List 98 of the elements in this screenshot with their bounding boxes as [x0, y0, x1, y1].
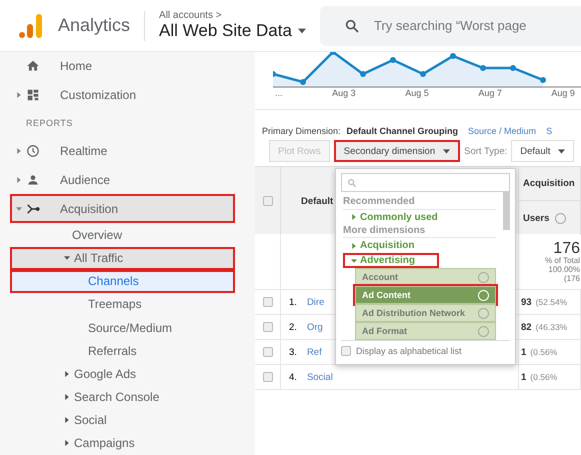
column-group-header: Acquisition [523, 178, 575, 189]
dimension-option[interactable]: Ad Content [355, 286, 496, 304]
sidebar-item[interactable]: Treemaps [10, 292, 235, 316]
caret-icon [64, 255, 70, 262]
sidebar-item[interactable]: Acquisition [10, 194, 235, 224]
breadcrumb: All accounts > [159, 10, 223, 21]
section-heading: REPORTS [25, 117, 74, 130]
search-icon [347, 178, 357, 188]
row-number: 1. [289, 296, 297, 308]
group-title: More dimensions [343, 224, 496, 238]
caret-icon [351, 214, 357, 220]
sidebar-item[interactable]: Social [10, 408, 235, 432]
dimension-category[interactable]: Advertising [343, 253, 439, 268]
property-selector[interactable]: All Web Site Data [159, 21, 306, 41]
axis-label: Aug 9 [551, 88, 575, 98]
users-share: (0.56% [530, 372, 558, 382]
alphabetical-checkbox[interactable]: Display as alphabetical list [341, 340, 510, 360]
users-share: (0.56% [530, 347, 558, 357]
dimension-label: Primary Dimension: [262, 126, 341, 136]
dashboard-icon [26, 88, 40, 102]
checkbox[interactable] [262, 196, 272, 206]
users-value: 93 [521, 296, 532, 308]
product-name: Analytics [58, 15, 130, 36]
channel-link[interactable]: Social [306, 372, 333, 382]
scrollbar-thumb [503, 192, 510, 230]
channel-link[interactable]: Org [306, 322, 323, 332]
dimension-link[interactable]: Source / Medium [468, 126, 536, 136]
sidebar-item[interactable]: Campaigns [10, 432, 235, 455]
caret-icon [64, 417, 70, 424]
caret-icon [64, 370, 70, 377]
help-icon [478, 308, 489, 318]
total-label: % of Total [545, 257, 580, 266]
dimension-category[interactable]: Commonly used [343, 210, 496, 224]
group-title: Recommended [343, 196, 496, 210]
help-icon [478, 272, 489, 282]
caret-icon [558, 148, 566, 154]
column-header: Default [301, 196, 334, 206]
channel-link[interactable]: Dire [306, 296, 324, 308]
sidebar-item[interactable]: Google Ads [10, 362, 235, 386]
axis-label: ... [275, 88, 283, 98]
column-header: Users [523, 212, 550, 224]
users-value: 1 [521, 372, 526, 382]
caret-icon [16, 148, 22, 154]
dimension-link[interactable]: S [546, 126, 552, 136]
sort-type-label: Sort Type: [464, 146, 508, 156]
dimension-option[interactable]: Ad Format [355, 322, 496, 340]
analytics-logo-icon [18, 12, 44, 38]
row-number: 2. [289, 322, 297, 332]
home-icon [26, 59, 40, 74]
axis-label: Aug 3 [332, 88, 356, 98]
channel-link[interactable]: Ref [306, 346, 322, 358]
menu-search-field[interactable] [341, 173, 510, 192]
sidebar-item[interactable]: Overview [10, 223, 235, 247]
help-icon [478, 326, 489, 336]
row-checkbox[interactable] [262, 347, 272, 357]
sidebar-item[interactable]: Home [10, 52, 235, 81]
row-number: 3. [289, 346, 297, 358]
caret-icon [351, 258, 357, 264]
person-icon [26, 173, 40, 187]
row-checkbox[interactable] [262, 297, 272, 307]
dimension-category[interactable]: Acquisition [343, 238, 496, 253]
sidebar-item[interactable]: Search Console [10, 385, 235, 409]
current-dimension: Default Channel Grouping [346, 126, 458, 136]
axis-label: Aug 5 [405, 88, 429, 98]
caret-icon [16, 206, 22, 212]
users-value: 1 [521, 346, 526, 358]
sidebar-item[interactable]: Audience [10, 166, 235, 194]
users-share: (46.33% [536, 322, 568, 332]
total-value: 176 [553, 240, 580, 257]
dimension-option[interactable]: Ad Distribution Network [355, 304, 496, 322]
dropdown-caret-icon [298, 27, 306, 35]
sidebar-item[interactable]: Referrals [10, 339, 235, 362]
sidebar-item[interactable]: Customization [10, 80, 235, 110]
caret-icon [16, 177, 22, 183]
caret-icon [64, 394, 70, 400]
sort-type-select[interactable]: Default [511, 140, 574, 162]
row-number: 4. [289, 372, 297, 382]
users-share: (52.54% [536, 297, 568, 307]
sidebar-item[interactable]: Source/Medium [10, 316, 235, 340]
row-checkbox[interactable] [262, 372, 272, 382]
total-base: (176 [564, 274, 580, 284]
caret-icon [351, 242, 357, 248]
row-checkbox[interactable] [262, 322, 272, 332]
clock-icon [26, 144, 40, 158]
axis-label: Aug 7 [478, 88, 502, 98]
search-icon [344, 18, 360, 34]
sidebar-item[interactable]: Channels [10, 270, 235, 293]
users-value: 82 [521, 322, 532, 332]
total-percent: 100.00% [548, 266, 580, 275]
caret-icon [443, 148, 450, 154]
secondary-dimension-dropdown[interactable]: Secondary dimension [334, 140, 460, 162]
caret-icon [16, 92, 22, 98]
help-icon [478, 290, 489, 300]
sidebar-item[interactable]: All Traffic [10, 246, 235, 270]
fork-icon [26, 202, 40, 216]
help-icon [555, 212, 566, 224]
sidebar-item[interactable]: Realtime [10, 136, 235, 166]
caret-icon [64, 440, 70, 446]
